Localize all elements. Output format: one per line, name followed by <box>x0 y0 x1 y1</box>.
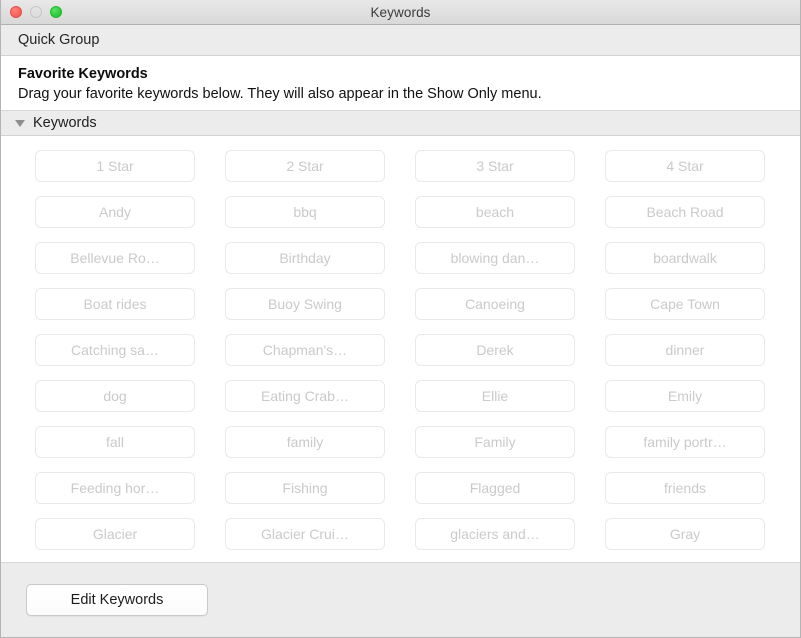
keyword-pill[interactable]: Chapman's… <box>225 334 385 366</box>
triangle-down-icon[interactable] <box>15 120 25 127</box>
keyword-pill[interactable]: 4 Star <box>605 150 765 182</box>
keyword-pill[interactable]: Fishing <box>225 472 385 504</box>
window-title: Keywords <box>370 5 430 20</box>
favorite-keywords-title: Favorite Keywords <box>18 64 784 84</box>
keyword-pill[interactable]: Family <box>415 426 575 458</box>
quick-group-bar[interactable]: Quick Group <box>1 25 800 56</box>
keyword-pill[interactable]: Feeding hor… <box>35 472 195 504</box>
keywords-section-header[interactable]: Keywords <box>1 110 800 136</box>
keyword-pill[interactable]: Glacier <box>35 518 195 550</box>
keyword-pill[interactable]: beach <box>415 196 575 228</box>
keyword-pill[interactable]: Birthday <box>225 242 385 274</box>
keyword-pill[interactable]: fall <box>35 426 195 458</box>
favorite-keywords-description: Drag your favorite keywords below. They … <box>18 84 784 105</box>
keyword-pill[interactable]: Bellevue Ro… <box>35 242 195 274</box>
edit-keywords-button[interactable]: Edit Keywords <box>26 584 208 616</box>
close-button-icon[interactable] <box>10 6 22 18</box>
keywords-scroll-area[interactable]: 1 Star 2 Star 3 Star 4 Star Andybbq beach Beac… <box>1 136 800 562</box>
keyword-pill[interactable]: Canoeing <box>415 288 575 320</box>
keyword-pill[interactable]: Gray <box>605 518 765 550</box>
keywords-window: Keywords Quick Group Favorite Keywords D… <box>0 0 801 638</box>
keyword-pill[interactable]: Derek <box>415 334 575 366</box>
keyword-pill[interactable]: glaciers and… <box>415 518 575 550</box>
keyword-pill[interactable]: Buoy Swing <box>225 288 385 320</box>
keywords-section-title: Keywords <box>33 115 97 131</box>
window-footer: Edit Keywords <box>1 562 800 637</box>
window-controls <box>10 6 62 18</box>
keyword-pill[interactable]: Glacier Crui… <box>225 518 385 550</box>
keyword-pill[interactable]: Flagged <box>415 472 575 504</box>
keyword-pill[interactable]: 1 Star <box>35 150 195 182</box>
keyword-pill[interactable]: boardwalk <box>605 242 765 274</box>
keyword-pill[interactable]: family portr… <box>605 426 765 458</box>
keyword-pill[interactable]: blowing dan… <box>415 242 575 274</box>
keyword-pill[interactable]: Ellie <box>415 380 575 412</box>
keyword-pill[interactable]: 3 Star <box>415 150 575 182</box>
keyword-pill[interactable]: 2 Star <box>225 150 385 182</box>
keyword-pill[interactable]: dinner <box>605 334 765 366</box>
keyword-pill[interactable]: Andy <box>35 196 195 228</box>
keyword-pill[interactable]: Beach Road <box>605 196 765 228</box>
zoom-button-icon[interactable] <box>50 6 62 18</box>
keyword-pill[interactable]: Eating Crab… <box>225 380 385 412</box>
keyword-pill[interactable]: Emily <box>605 380 765 412</box>
minimize-button-icon <box>30 6 42 18</box>
favorite-keywords-section: Favorite Keywords Drag your favorite key… <box>1 56 800 110</box>
window-titlebar: Keywords <box>1 0 800 25</box>
keyword-pill[interactable]: bbq <box>225 196 385 228</box>
keyword-pill[interactable]: Catching sa… <box>35 334 195 366</box>
keyword-pill[interactable]: Boat rides <box>35 288 195 320</box>
keyword-pill[interactable]: friends <box>605 472 765 504</box>
keyword-pill[interactable]: family <box>225 426 385 458</box>
quick-group-label: Quick Group <box>18 32 99 48</box>
keywords-grid: 1 Star 2 Star 3 Star 4 Star Andybbq beach Beac… <box>1 150 800 550</box>
keyword-pill[interactable]: dog <box>35 380 195 412</box>
keyword-pill[interactable]: Cape Town <box>605 288 765 320</box>
